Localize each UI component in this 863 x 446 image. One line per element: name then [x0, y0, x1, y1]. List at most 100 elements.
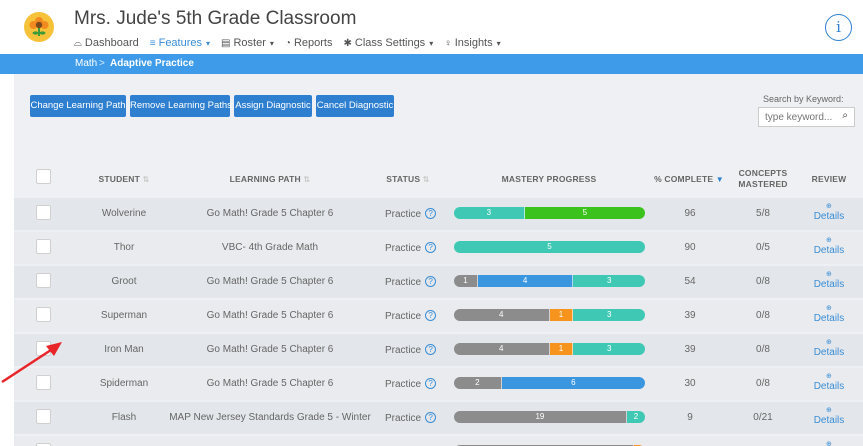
- table-row[interactable]: ElastigirlMath Grade 5 NJSLS (abbreviate…: [14, 436, 863, 446]
- table-row[interactable]: Superman Go Math! Grade 5 Chapter 6 Practi…: [14, 300, 863, 332]
- details-link[interactable]: ⊕Details: [814, 203, 845, 222]
- zoom-icon: ⊕: [826, 237, 832, 244]
- details-link[interactable]: ⊕Details: [814, 373, 845, 392]
- status-header[interactable]: STATUS ⇅: [386, 174, 429, 184]
- nav-item-features[interactable]: ≡ Features ▾: [150, 37, 210, 49]
- sort-icon: ⇅: [303, 175, 311, 184]
- status-text: Practice: [385, 345, 422, 356]
- nav-label: Class Settings: [354, 37, 426, 49]
- help-icon[interactable]: ?: [425, 378, 437, 389]
- progress-segment-gray: 1: [454, 275, 478, 287]
- mastery-progress-bar: 19 2: [454, 411, 645, 423]
- details-link[interactable]: ⊕Details: [814, 407, 845, 426]
- progress-segment-teal: 3: [573, 275, 645, 287]
- adaptive-practice-panel: Change Learning Path Remove Learning Pat…: [14, 74, 863, 446]
- details-link[interactable]: ⊕Details: [814, 305, 845, 324]
- progress-segment-teal: 3: [573, 343, 645, 355]
- details-link[interactable]: ⊕Details: [814, 339, 845, 358]
- details-link[interactable]: ⊕Details: [814, 237, 845, 256]
- progress-segment-teal: 2: [626, 411, 645, 423]
- progress-segment-gray: 4: [454, 309, 550, 321]
- status-cell: Practice?: [385, 378, 437, 390]
- details-link[interactable]: ⊕Details: [814, 441, 845, 446]
- nav-label: Roster: [233, 37, 266, 49]
- app-header: Mrs. Jude's 5th Grade Classroom ⌓ Dashboa…: [0, 0, 863, 54]
- help-icon[interactable]: ?: [425, 344, 437, 355]
- concepts-mastered: 5/8: [756, 208, 770, 219]
- percent-complete-header[interactable]: % COMPLETE ▼: [654, 174, 724, 184]
- search-field[interactable]: ⌕: [758, 107, 855, 127]
- help-icon[interactable]: ?: [425, 208, 437, 219]
- gear-icon: ✱: [343, 37, 352, 49]
- search-input[interactable]: [765, 110, 835, 125]
- row-checkbox[interactable]: [36, 273, 51, 288]
- breadcrumb-root[interactable]: Math: [75, 58, 97, 69]
- learning-path-header[interactable]: LEARNING PATH ⇅: [230, 174, 311, 184]
- details-label: Details: [813, 415, 845, 426]
- reports-icon: ◔: [284, 37, 291, 49]
- progress-segment-green: 5: [524, 207, 645, 219]
- status-text: Practice: [385, 413, 422, 424]
- row-checkbox[interactable]: [36, 409, 51, 424]
- status-cell: Practice?: [385, 208, 437, 220]
- remove-learning-paths-button[interactable]: Remove Learning Paths: [130, 95, 232, 117]
- nav-item-reports[interactable]: ◔ Reports: [285, 37, 333, 49]
- student-header[interactable]: STUDENT ⇅: [98, 174, 149, 184]
- table-row[interactable]: Groot Go Math! Grade 5 Chapter 6 Practice?…: [14, 266, 863, 298]
- student-name: Iron Man: [104, 344, 144, 355]
- concepts-mastered: 0/21: [753, 412, 773, 423]
- help-icon[interactable]: ?: [425, 310, 437, 321]
- search-label: Search by Keyword:: [763, 94, 844, 104]
- row-checkbox[interactable]: [36, 307, 51, 322]
- zoom-icon: ⊕: [826, 373, 832, 380]
- mastery-progress-header: MASTERY PROGRESS: [501, 174, 597, 184]
- learning-path: VBC- 4th Grade Math: [221, 242, 319, 253]
- breadcrumb-separator: >: [99, 58, 105, 69]
- table-row[interactable]: Thor VBC- 4th Grade Math Practice? 5 90 0/5 ⊕ D…: [14, 232, 863, 264]
- progress-segment-teal: 3: [454, 207, 525, 219]
- progress-segment-orange: 1: [549, 343, 574, 355]
- help-icon[interactable]: ?: [425, 242, 437, 253]
- nav-item-roster[interactable]: ▤ Roster ▾: [221, 37, 274, 49]
- select-all-checkbox[interactable]: [36, 169, 51, 184]
- assign-diagnostic-button[interactable]: Assign Diagnostic: [234, 95, 312, 117]
- table-row[interactable]: Spiderman Go Math! Grade 5 Chapter 6 Pract…: [14, 368, 863, 400]
- details-link[interactable]: ⊕Details: [814, 271, 845, 290]
- learning-path: Go Math! Grade 5 Chapter 6: [206, 310, 334, 321]
- status-cell: Practice?: [385, 242, 437, 254]
- change-learning-path-button[interactable]: Change Learning Path: [30, 95, 126, 117]
- dashboard-icon: ⌓: [74, 37, 82, 49]
- table-row[interactable]: Wolverine Go Math! Grade 5 Chapter 6 Pract…: [14, 198, 863, 230]
- table-row[interactable]: Flash MAP New Jersey Standards Grade 5 - …: [14, 402, 863, 434]
- nav-label: Insights: [454, 37, 493, 49]
- status-text: Practice: [385, 277, 422, 288]
- features-icon: ≡: [149, 37, 156, 49]
- percent-complete: 54: [684, 276, 696, 287]
- mastery-progress-bar: 5: [454, 241, 645, 253]
- status-cell: Practice?: [385, 412, 437, 424]
- nav-item-insights[interactable]: ♀ Insights ▾: [444, 37, 500, 49]
- row-checkbox[interactable]: [36, 205, 51, 220]
- status-text: Practice: [385, 209, 422, 220]
- nav-label: Reports: [293, 37, 333, 49]
- help-icon[interactable]: ?: [425, 276, 437, 287]
- zoom-icon: ⊕: [826, 203, 832, 210]
- nav-item-dashboard[interactable]: ⌓ Dashboard: [74, 37, 139, 49]
- caret-down-icon: ▾: [496, 38, 501, 48]
- caret-down-icon: ▾: [429, 38, 434, 48]
- learning-path: Go Math! Grade 5 Chapter 6: [206, 208, 334, 219]
- details-label: Details: [813, 381, 845, 392]
- search-icon[interactable]: ⌕: [842, 110, 848, 121]
- mastery-progress-bar: 413: [454, 343, 645, 355]
- percent-complete: 90: [684, 242, 696, 253]
- help-icon[interactable]: ?: [425, 412, 437, 423]
- row-checkbox[interactable]: [36, 239, 51, 254]
- nav-item-class-settings[interactable]: ✱ Class Settings ▾: [343, 37, 433, 49]
- info-icon[interactable]: i: [825, 14, 852, 41]
- percent-complete: 30: [684, 378, 696, 389]
- progress-segment-gray: 2: [454, 377, 502, 389]
- concepts-mastered: 0/8: [756, 310, 770, 321]
- table-row[interactable]: Iron Man Go Math! Grade 5 Chapter 6 Practi…: [14, 334, 863, 366]
- student-name: Spiderman: [99, 378, 149, 389]
- cancel-diagnostic-button[interactable]: Cancel Diagnostic: [316, 95, 394, 117]
